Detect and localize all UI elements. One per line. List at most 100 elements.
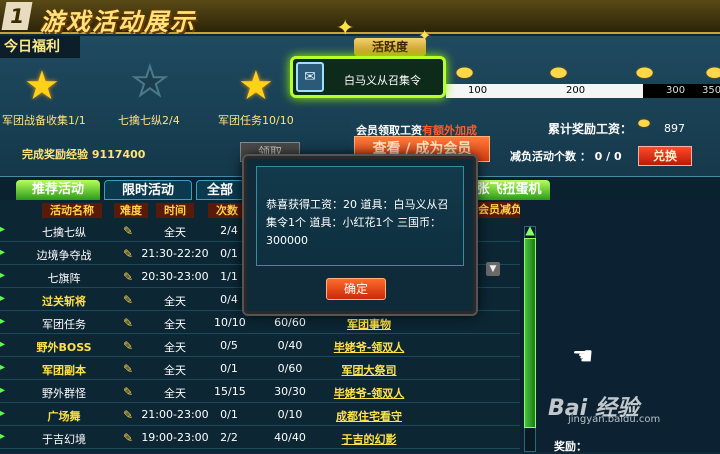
tab-all[interactable]: 全部 — [196, 180, 244, 200]
activity-count: 1/1 — [220, 270, 238, 283]
difficulty-sword-icon: ✎ — [122, 224, 134, 238]
table-row[interactable]: ▸ 野外BOSS ✎ 全天 0/5 0/40 毕姥爷-领双人 — [0, 335, 520, 357]
row-arrow-icon: ▸ — [0, 431, 6, 442]
activity-npc-link[interactable]: 于吉的幻影 — [314, 431, 424, 447]
difficulty-sword-icon: ✎ — [122, 339, 134, 353]
activity-time: 全天 — [164, 387, 186, 400]
benefit-label-1: 军团战备收集1/1 — [2, 114, 86, 127]
tab-gacha[interactable]: 张飞扭蛋机 — [468, 180, 550, 200]
header-difficulty: 难度 — [114, 203, 148, 218]
row-arrow-icon: ▸ — [0, 408, 6, 419]
activity-progress: 0/10 — [277, 408, 303, 421]
activity-time: 全天 — [164, 295, 186, 308]
difficulty-sword-icon: ✎ — [122, 408, 134, 422]
tab-limited[interactable]: 限时活动 — [104, 180, 192, 200]
activity-npc-link[interactable]: 军团事物 — [314, 316, 424, 332]
activity-count: 0/4 — [220, 293, 238, 306]
activity-npc-link[interactable]: 毕姥爷-领双人 — [314, 339, 424, 355]
activity-time: 全天 — [164, 341, 186, 354]
activity-npc-link[interactable]: 成都住宅看守 — [314, 408, 424, 424]
tab-recommend[interactable]: 推荐活动 — [16, 180, 100, 200]
reward-name: 白马义从召集令 — [344, 74, 421, 87]
page-title: 游戏活动展示 — [40, 8, 196, 36]
difficulty-sword-icon: ✎ — [122, 385, 134, 399]
hand-cursor-icon: ☚ — [572, 342, 594, 370]
reduce-activity-count: 减负活动个数 ： 0 / 0 — [510, 150, 622, 163]
activity-name: 军团任务 — [42, 318, 86, 331]
table-row[interactable]: ▸ 野外群怪 ✎ 全天 15/15 30/30 毕姥爷-领双人 — [0, 381, 520, 403]
scrollbar-thumb[interactable] — [524, 238, 536, 428]
activity-name: 过关斩将 — [42, 295, 86, 308]
ingot-icon: ⬬ — [638, 116, 650, 132]
table-row[interactable]: ▸ 军团任务 ✎ 全天 10/10 60/60 军团事物 — [0, 312, 520, 334]
activity-npc-link[interactable]: 军团大祭司 — [314, 362, 424, 378]
benefit-label-3: 军团任务10/10 — [218, 114, 294, 127]
empty-star-icon: ★ — [131, 59, 169, 105]
table-row[interactable]: ▸ 于吉幻境 ✎ 19:00-23:00 2/2 40/40 于吉的幻影 — [0, 427, 520, 449]
activity-progress: 40/40 — [274, 431, 306, 444]
row-arrow-icon: ▸ — [0, 385, 6, 396]
ingot-icon[interactable]: ⬬ — [456, 60, 473, 84]
activity-progress: 0/40 — [277, 339, 303, 352]
ingot-icon[interactable]: ⬬ — [636, 60, 653, 84]
difficulty-sword-icon: ✎ — [122, 270, 134, 284]
activity-count: 2/4 — [220, 224, 238, 237]
activity-progress: 30/30 — [274, 385, 306, 398]
progress-mark-300: 300 — [666, 85, 686, 96]
ingot-icon[interactable]: ⬬ — [550, 60, 567, 84]
row-arrow-icon: ▸ — [0, 224, 6, 235]
confirm-button[interactable]: 确定 — [326, 278, 386, 300]
benefits-tab: 今日福利 — [0, 36, 80, 58]
header-count: 次数 — [208, 203, 246, 218]
difficulty-sword-icon: ✎ — [122, 247, 134, 261]
row-arrow-icon: ▸ — [0, 293, 6, 304]
sparkle-icon: ✦ — [418, 26, 432, 45]
activity-count: 0/1 — [220, 362, 238, 375]
activity-time: 19:00-23:00 — [141, 431, 209, 444]
row-arrow-icon: ▸ — [0, 270, 6, 281]
dialog-message: 恭喜获得工资：20 道具：白马义从召集令1个 道具：小红花1个 三国币：3000… — [266, 198, 449, 247]
scroll-item-icon[interactable]: ✉ — [296, 62, 324, 92]
activity-count: 10/10 — [214, 316, 246, 329]
benefit-label-2: 七擒七纵2/4 — [118, 114, 180, 127]
difficulty-sword-icon: ✎ — [122, 293, 134, 307]
ingot-icon[interactable]: ⬬ — [706, 60, 720, 84]
activity-time: 全天 — [164, 318, 186, 331]
table-row[interactable]: ▸ 军团副本 ✎ 全天 0/1 0/60 军团大祭司 — [0, 358, 520, 380]
dropdown-arrow-icon[interactable]: ▼ — [486, 262, 500, 276]
header-time: 时间 — [156, 203, 194, 218]
difficulty-sword-icon: ✎ — [122, 431, 134, 445]
activity-name: 边境争夺战 — [36, 249, 92, 262]
progress-mark-100: 100 — [468, 85, 488, 96]
total-wage-label: 累计奖励工资： — [548, 122, 633, 136]
activity-time: 20:30-23:00 — [141, 270, 209, 283]
activity-count: 0/5 — [220, 339, 238, 352]
title-number: 1 — [1, 2, 33, 30]
progress-mark-200: 200 — [566, 85, 586, 96]
difficulty-sword-icon: ✎ — [122, 316, 134, 330]
activity-name: 七擒七纵 — [42, 226, 86, 239]
activity-progress: 60/60 — [274, 316, 306, 329]
activity-time: 21:00-23:00 — [141, 408, 209, 421]
activity-progress: 0/60 — [277, 362, 303, 375]
activity-name: 七旗阵 — [47, 272, 81, 285]
scroll-up-arrow-icon[interactable]: ▲ — [523, 224, 537, 236]
gold-star-icon: ★ — [238, 63, 274, 109]
total-wage-value: 897 — [664, 122, 685, 135]
activity-name: 野外群怪 — [42, 387, 86, 400]
progress-mark-350: 350 — [702, 85, 720, 96]
activity-time: 全天 — [164, 226, 186, 239]
activity-name: 军团副本 — [42, 364, 86, 377]
activity-count: 15/15 — [214, 385, 246, 398]
header-name: 活动名称 — [42, 203, 102, 218]
table-row[interactable]: ▸ 广场舞 ✎ 21:00-23:00 0/1 0/10 成都住宅看守 — [0, 404, 520, 426]
activity-npc-link[interactable]: 毕姥爷-领双人 — [314, 385, 424, 401]
activity-name: 于吉幻境 — [42, 433, 86, 446]
activity-name: 野外BOSS — [36, 341, 92, 354]
activity-count: 2/2 — [220, 431, 238, 444]
activity-time: 21:30-22:20 — [141, 247, 209, 260]
activity-tab[interactable]: 活跃度 — [354, 38, 426, 56]
row-arrow-icon: ▸ — [0, 247, 6, 258]
exchange-button[interactable]: 兑换 — [638, 146, 692, 166]
row-arrow-icon: ▸ — [0, 339, 6, 350]
